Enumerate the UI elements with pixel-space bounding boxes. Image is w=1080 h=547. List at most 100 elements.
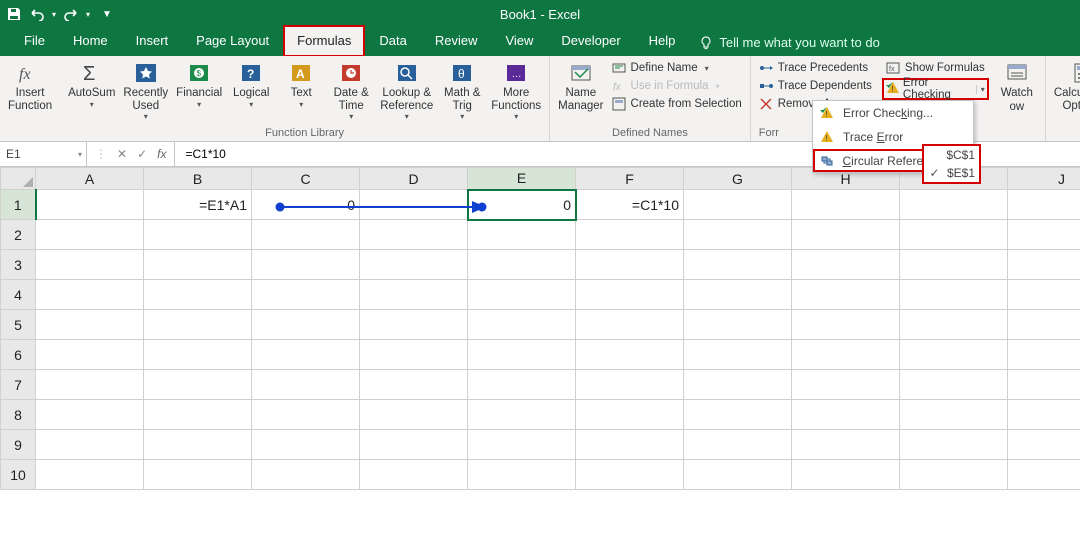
row-head-2[interactable]: 2: [1, 220, 36, 250]
cell-D6[interactable]: [360, 340, 468, 370]
enter-button[interactable]: ✓: [137, 147, 147, 161]
cell-J10[interactable]: [1008, 460, 1080, 490]
cell-C4[interactable]: [252, 280, 360, 310]
cell-C5[interactable]: [252, 310, 360, 340]
cell-D4[interactable]: [360, 280, 468, 310]
col-head-F[interactable]: F: [576, 168, 684, 190]
cell-D7[interactable]: [360, 370, 468, 400]
cell-A8[interactable]: [36, 400, 144, 430]
cell-J2[interactable]: [1008, 220, 1080, 250]
undo-dropdown-icon[interactable]: ▾: [52, 10, 56, 19]
cell-J8[interactable]: [1008, 400, 1080, 430]
lookup-reference-button[interactable]: Lookup & Reference ▾: [376, 58, 437, 122]
cell-F1[interactable]: =C1*10: [576, 190, 684, 220]
col-head-E[interactable]: E: [468, 168, 576, 190]
cell-C7[interactable]: [252, 370, 360, 400]
col-head-C[interactable]: C: [252, 168, 360, 190]
select-all-corner[interactable]: [1, 168, 36, 190]
cell-C9[interactable]: [252, 430, 360, 460]
row-head-3[interactable]: 3: [1, 250, 36, 280]
cell-E1[interactable]: 0: [468, 190, 576, 220]
submenu-item-c1[interactable]: $C$1: [924, 146, 979, 164]
tab-insert[interactable]: Insert: [122, 25, 183, 57]
menu-item-error-checking[interactable]: ! Error Checking...: [813, 101, 973, 125]
row-head-4[interactable]: 4: [1, 280, 36, 310]
cell-H9[interactable]: [792, 430, 900, 460]
cell-F3[interactable]: [576, 250, 684, 280]
cell-I9[interactable]: [900, 430, 1008, 460]
col-head-J[interactable]: J: [1008, 168, 1080, 190]
cell-G7[interactable]: [684, 370, 792, 400]
qat-customize-icon[interactable]: ▼: [102, 9, 112, 20]
tab-developer[interactable]: Developer: [547, 25, 634, 57]
cell-A9[interactable]: [36, 430, 144, 460]
cell-A1[interactable]: [36, 190, 144, 220]
more-functions-button[interactable]: … More Functions ▾: [487, 58, 545, 122]
spreadsheet-grid[interactable]: A B C D E F G H I J 1 =E1*A1 0 0 =C1*10: [0, 167, 1080, 547]
cell-F5[interactable]: [576, 310, 684, 340]
trace-precedents-button[interactable]: Trace Precedents: [755, 60, 876, 76]
cell-J4[interactable]: [1008, 280, 1080, 310]
cell-I6[interactable]: [900, 340, 1008, 370]
cell-H7[interactable]: [792, 370, 900, 400]
cell-I5[interactable]: [900, 310, 1008, 340]
cell-E4[interactable]: [468, 280, 576, 310]
cell-D5[interactable]: [360, 310, 468, 340]
cell-I1[interactable]: [900, 190, 1008, 220]
name-manager-button[interactable]: Name Manager: [554, 58, 607, 112]
cell-F8[interactable]: [576, 400, 684, 430]
watch-window-button[interactable]: Watch ow: [993, 58, 1041, 113]
cell-B4[interactable]: [144, 280, 252, 310]
cell-E6[interactable]: [468, 340, 576, 370]
cell-D1[interactable]: [360, 190, 468, 220]
cell-B3[interactable]: [144, 250, 252, 280]
cell-I10[interactable]: [900, 460, 1008, 490]
cell-D8[interactable]: [360, 400, 468, 430]
cell-H6[interactable]: [792, 340, 900, 370]
cell-E3[interactable]: [468, 250, 576, 280]
row-head-7[interactable]: 7: [1, 370, 36, 400]
cell-B5[interactable]: [144, 310, 252, 340]
cancel-button[interactable]: ✕: [117, 147, 127, 161]
cell-A5[interactable]: [36, 310, 144, 340]
row-head-6[interactable]: 6: [1, 340, 36, 370]
cell-I3[interactable]: [900, 250, 1008, 280]
autosum-button[interactable]: Σ AutoSum ▾: [64, 58, 119, 109]
error-checking-button[interactable]: ! Error Checking ▾: [882, 78, 989, 100]
row-head-1[interactable]: 1: [1, 190, 36, 220]
text-button[interactable]: A Text ▾: [276, 58, 326, 109]
define-name-button[interactable]: Define Name ▾: [608, 60, 746, 76]
cell-A7[interactable]: [36, 370, 144, 400]
tab-help[interactable]: Help: [635, 25, 690, 57]
cell-C2[interactable]: [252, 220, 360, 250]
tell-me-search[interactable]: Tell me what you want to do: [689, 29, 889, 56]
cell-H3[interactable]: [792, 250, 900, 280]
date-time-button[interactable]: Date & Time ▾: [326, 58, 376, 122]
financial-button[interactable]: $ Financial ▾: [172, 58, 226, 109]
col-head-D[interactable]: D: [360, 168, 468, 190]
cell-E8[interactable]: [468, 400, 576, 430]
cell-J1[interactable]: [1008, 190, 1080, 220]
cell-D10[interactable]: [360, 460, 468, 490]
col-head-G[interactable]: G: [684, 168, 792, 190]
cell-G1[interactable]: [684, 190, 792, 220]
create-from-selection-button[interactable]: Create from Selection: [608, 96, 746, 112]
tab-view[interactable]: View: [491, 25, 547, 57]
show-formulas-button[interactable]: fx Show Formulas: [882, 60, 989, 76]
cell-G9[interactable]: [684, 430, 792, 460]
cell-J9[interactable]: [1008, 430, 1080, 460]
tab-data[interactable]: Data: [365, 25, 420, 57]
tab-file[interactable]: File: [10, 25, 59, 57]
recently-used-button[interactable]: Recently Used ▾: [119, 58, 172, 122]
cell-I8[interactable]: [900, 400, 1008, 430]
cell-F4[interactable]: [576, 280, 684, 310]
cell-B6[interactable]: [144, 340, 252, 370]
cell-H1[interactable]: [792, 190, 900, 220]
redo-icon[interactable]: [62, 7, 80, 21]
cell-E7[interactable]: [468, 370, 576, 400]
cell-A10[interactable]: [36, 460, 144, 490]
cell-A6[interactable]: [36, 340, 144, 370]
cell-J7[interactable]: [1008, 370, 1080, 400]
cell-C8[interactable]: [252, 400, 360, 430]
cell-H4[interactable]: [792, 280, 900, 310]
